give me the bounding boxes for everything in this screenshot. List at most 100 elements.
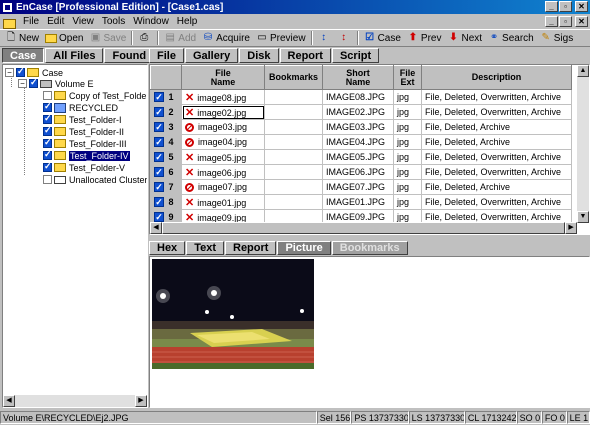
row-header[interactable]: ✓ 7 [150, 179, 182, 195]
tree-checkbox[interactable] [43, 137, 52, 148]
row-header[interactable]: ✓ 2 [150, 104, 182, 120]
table-row[interactable]: ✓ 3 image03.jpg IMAGE03.JPG jpg File, Deleted… [150, 119, 572, 135]
tree-item-test-folder-iv[interactable]: Test_Folder-IV [43, 149, 130, 161]
tab-disk[interactable]: Disk [239, 48, 279, 63]
scroll-track[interactable] [577, 77, 589, 211]
scroll-up-icon[interactable]: ▲ [577, 65, 589, 77]
scroll-down-icon[interactable]: ▼ [577, 211, 589, 223]
doc-minimize-button[interactable]: _ [545, 16, 558, 27]
scroll-left-icon[interactable]: ◀ [3, 395, 15, 407]
tab-gallery[interactable]: Gallery [184, 48, 239, 63]
tree-item-test-folder-v[interactable]: Test_Folder-V [43, 161, 125, 173]
cell-file-ext[interactable]: jpg [393, 104, 422, 120]
cell-file-ext[interactable]: jpg [393, 179, 422, 195]
row-header[interactable]: ✓ 8 [150, 194, 182, 210]
cell-file-name[interactable]: ✕ image05.jpg [181, 149, 265, 165]
cell-file-ext[interactable]: jpg [393, 164, 422, 180]
table-row[interactable]: ✓ 8 ✕ image01.jpg IMAGE01.JPG jpg File, Delete… [150, 194, 572, 210]
column-header-bookmarks[interactable]: Bookmarks [264, 65, 323, 90]
cell-file-name[interactable]: ✕ image01.jpg [181, 194, 265, 210]
cell-description[interactable]: File, Deleted, Overwritten, Archive [421, 89, 572, 105]
tree-horizontal-scrollbar[interactable]: ◀ ▶ [3, 395, 147, 407]
tree-checkbox[interactable] [43, 101, 52, 112]
cell-bookmarks[interactable] [264, 149, 323, 165]
preview-button[interactable]: ▭ Preview [253, 30, 309, 46]
document-folder-icon[interactable] [2, 16, 16, 29]
tab-text[interactable]: Text [186, 241, 224, 255]
tree-checkbox[interactable] [16, 66, 25, 77]
cell-bookmarks[interactable] [264, 119, 323, 135]
sort-descending-button[interactable]: ↕ [335, 30, 355, 46]
tree-checkbox[interactable] [43, 175, 52, 184]
tree-item-copy-of-test-folder-iv[interactable]: Copy of Test_Folder-IV [43, 90, 147, 101]
row-checkbox[interactable]: ✓ [154, 152, 164, 163]
row-header[interactable]: ✓ 5 [150, 149, 182, 165]
cell-bookmarks[interactable] [264, 194, 323, 210]
cell-description[interactable]: File, Deleted, Overwritten, Archive [421, 104, 572, 120]
cell-bookmarks[interactable] [264, 89, 323, 105]
search-button[interactable]: ⚭ Search [485, 30, 537, 46]
cell-description[interactable]: File, Deleted, Archive [421, 134, 572, 150]
cell-file-name[interactable]: image04.jpg [181, 134, 265, 150]
menu-edit[interactable]: Edit [43, 16, 68, 27]
table-row[interactable]: ✓ 7 image07.jpg IMAGE07.JPG jpg File, Deleted… [150, 179, 572, 195]
cell-file-name[interactable]: image07.jpg [181, 179, 265, 195]
cell-file-ext[interactable]: jpg [393, 119, 422, 135]
cell-short-name[interactable]: IMAGE05.JPG [322, 149, 394, 165]
cell-file-name[interactable]: ✕ image08.jpg [181, 89, 265, 105]
open-button[interactable]: Open [42, 30, 86, 46]
cell-short-name[interactable]: IMAGE08.JPG [322, 89, 394, 105]
column-header-file-ext[interactable]: File Ext [393, 65, 422, 90]
row-checkbox[interactable]: ✓ [154, 167, 164, 178]
save-button[interactable]: ▣ Save [86, 30, 129, 46]
cell-short-name[interactable]: IMAGE02.JPG [322, 104, 394, 120]
cell-bookmarks[interactable] [264, 179, 323, 195]
tree-item-recycled[interactable]: RECYCLED [43, 101, 118, 113]
row-checkbox[interactable]: ✓ [154, 107, 164, 118]
case-button[interactable]: ☑ Case [361, 30, 404, 46]
cell-bookmarks[interactable] [264, 164, 323, 180]
tab-all-files[interactable]: All Files [45, 48, 104, 63]
cell-description[interactable]: File, Deleted, Overwritten, Archive [421, 194, 572, 210]
cell-file-ext[interactable]: jpg [393, 149, 422, 165]
doc-close-button[interactable]: ✕ [575, 16, 588, 27]
tab-script[interactable]: Script [331, 48, 380, 63]
menu-file[interactable]: File [19, 16, 43, 27]
cell-file-name[interactable]: ✕ image02.jpg [181, 104, 265, 120]
row-header[interactable]: ✓ 3 [150, 119, 182, 135]
add-button[interactable]: ▤ Add [161, 30, 199, 46]
cell-description[interactable]: File, Deleted, Archive [421, 119, 572, 135]
scroll-left-icon[interactable]: ◀ [150, 222, 162, 234]
scroll-thumb[interactable] [161, 222, 566, 234]
column-header-description[interactable]: Description [421, 65, 572, 90]
tree-checkbox[interactable] [43, 91, 52, 100]
tree-checkbox[interactable] [43, 149, 52, 160]
sigs-button[interactable]: ✎ Sigs [537, 30, 576, 46]
row-checkbox[interactable]: ✓ [154, 137, 164, 148]
tree-item-test-folder-ii[interactable]: Test_Folder-II [43, 125, 124, 137]
cell-short-name[interactable]: IMAGE07.JPG [322, 179, 394, 195]
table-row[interactable]: ✓ 5 ✕ image05.jpg IMAGE05.JPG jpg File, Delete… [150, 149, 572, 165]
menu-view[interactable]: View [68, 16, 98, 27]
close-button[interactable]: ✕ [575, 1, 588, 12]
doc-restore-button[interactable]: ▫ [559, 16, 572, 27]
row-header[interactable]: ✓ 4 [150, 134, 182, 150]
cell-short-name[interactable]: IMAGE01.JPG [322, 194, 394, 210]
row-header[interactable]: ✓ 6 [150, 164, 182, 180]
column-header-short-name[interactable]: Short Name [322, 65, 394, 90]
tree-checkbox[interactable] [43, 113, 52, 124]
tab-report-view[interactable]: Report [225, 241, 277, 255]
cell-description[interactable]: File, Deleted, Overwritten, Archive [421, 149, 572, 165]
cell-file-ext[interactable]: jpg [393, 194, 422, 210]
cell-file-ext[interactable]: jpg [393, 134, 422, 150]
next-button[interactable]: ⬇ Next [444, 30, 485, 46]
row-checkbox[interactable]: ✓ [154, 182, 164, 193]
tab-bookmarks[interactable]: Bookmarks [331, 241, 408, 255]
menu-help[interactable]: Help [173, 16, 202, 27]
tab-picture[interactable]: Picture [277, 241, 331, 255]
tree-checkbox[interactable] [29, 77, 38, 88]
cell-file-name[interactable]: image03.jpg [181, 119, 265, 135]
row-checkbox[interactable]: ✓ [154, 197, 164, 208]
tree-item-test-folder-i[interactable]: Test_Folder-I [43, 113, 122, 125]
acquire-button[interactable]: ⛁ Acquire [199, 30, 253, 46]
